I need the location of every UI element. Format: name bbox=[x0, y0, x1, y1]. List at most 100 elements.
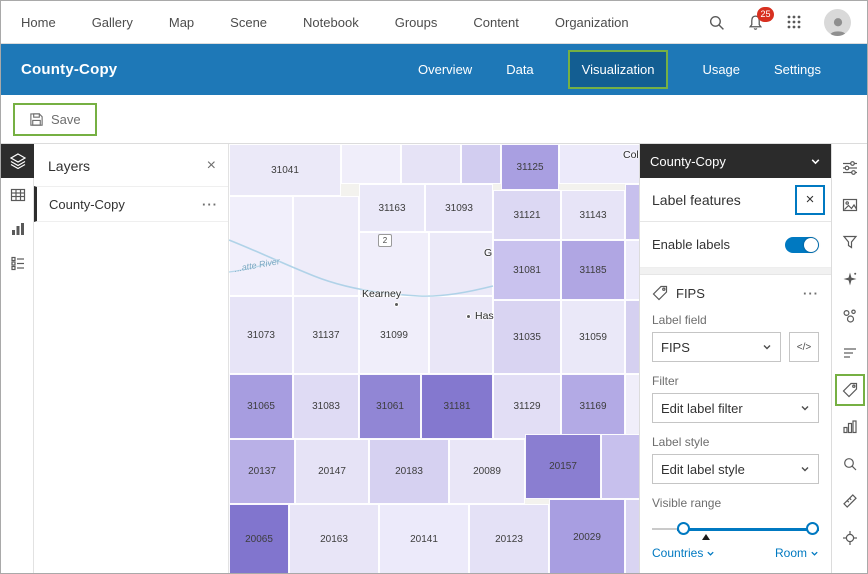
label-icon[interactable] bbox=[834, 374, 865, 406]
nav-notebook[interactable]: Notebook bbox=[303, 15, 359, 30]
label-class-name: FIPS bbox=[676, 285, 705, 301]
search-icon[interactable] bbox=[708, 14, 725, 31]
item-header: County-Copy Overview Data Visualization … bbox=[1, 44, 867, 95]
primary-nav: Home Gallery Map Scene Notebook Groups C… bbox=[21, 15, 629, 30]
layer-name: County-Copy bbox=[49, 196, 125, 212]
city-label: Kearney bbox=[362, 288, 402, 300]
nav-groups[interactable]: Groups bbox=[395, 15, 438, 30]
tab-settings[interactable]: Settings bbox=[774, 62, 821, 77]
slider-max-handle[interactable] bbox=[806, 522, 819, 535]
layer-options-icon[interactable]: ··· bbox=[202, 197, 218, 212]
city-label: Has bbox=[475, 310, 494, 322]
contents-toolbar bbox=[1, 144, 34, 573]
slider-active-track bbox=[677, 527, 819, 531]
table-icon[interactable] bbox=[1, 178, 34, 212]
label-panel: County-Copy Label features × Enable labe… bbox=[639, 144, 831, 573]
crosshair-icon[interactable] bbox=[835, 522, 865, 554]
chevron-down-icon bbox=[811, 551, 818, 556]
nav-organization[interactable]: Organization bbox=[555, 15, 629, 30]
range-max-select[interactable]: Room bbox=[775, 546, 819, 560]
range-min-label: Countries bbox=[652, 546, 704, 560]
save-button[interactable]: Save bbox=[17, 107, 93, 132]
layer-item-county-copy[interactable]: County-Copy ··· bbox=[34, 186, 228, 222]
edit-toolbar: Save bbox=[1, 95, 867, 144]
top-nav: Home Gallery Map Scene Notebook Groups C… bbox=[1, 1, 867, 44]
tab-overview[interactable]: Overview bbox=[418, 62, 472, 77]
label-field-select[interactable]: FIPS bbox=[652, 332, 781, 362]
range-min-select[interactable]: Countries bbox=[652, 546, 715, 560]
nav-scene[interactable]: Scene bbox=[230, 15, 267, 30]
chart-icon[interactable] bbox=[1, 212, 34, 246]
image-icon[interactable] bbox=[835, 189, 865, 221]
city-layer: Kearney Has G Colu bbox=[229, 144, 639, 573]
range-max-label: Room bbox=[774, 546, 807, 560]
settings-toolbar bbox=[831, 144, 867, 573]
layer-selector-label: County-Copy bbox=[650, 153, 726, 169]
label-style-select[interactable]: Edit label style bbox=[652, 454, 819, 484]
panel-title: Label features bbox=[652, 191, 741, 208]
label-field-label: Label field bbox=[652, 313, 707, 327]
chart-icon[interactable] bbox=[835, 411, 865, 443]
chevron-down-icon bbox=[763, 345, 771, 350]
nav-gallery[interactable]: Gallery bbox=[92, 15, 133, 30]
enable-labels-label: Enable labels bbox=[652, 237, 731, 252]
city-label: G bbox=[484, 247, 493, 259]
current-scale-marker bbox=[702, 534, 711, 540]
close-icon[interactable]: × bbox=[207, 158, 216, 174]
sliders-icon[interactable] bbox=[835, 152, 865, 184]
layers-panel: Layers × County-Copy ··· bbox=[34, 144, 229, 573]
label-filter-select[interactable]: Edit label filter bbox=[652, 393, 819, 423]
avatar[interactable] bbox=[824, 8, 851, 36]
page-title: County-Copy bbox=[21, 61, 118, 78]
tab-usage[interactable]: Usage bbox=[702, 62, 740, 77]
nav-home[interactable]: Home bbox=[21, 15, 56, 30]
chevron-down-icon bbox=[810, 156, 821, 167]
arcade-editor-button[interactable]: </> bbox=[789, 332, 819, 362]
nav-content[interactable]: Content bbox=[473, 15, 519, 30]
save-icon bbox=[29, 112, 44, 127]
main-area: Layers × County-Copy ··· 31041 31125 31163… bbox=[1, 144, 867, 573]
app-launcher-icon[interactable] bbox=[786, 14, 802, 30]
layers-icon[interactable] bbox=[1, 144, 34, 178]
cluster-icon[interactable] bbox=[835, 300, 865, 332]
save-label: Save bbox=[51, 111, 81, 127]
filter-icon[interactable] bbox=[835, 226, 865, 258]
slider-min-handle[interactable] bbox=[677, 522, 691, 535]
visible-range-slider[interactable] bbox=[652, 518, 819, 544]
city-label: Colu bbox=[623, 149, 639, 161]
section-divider bbox=[640, 268, 831, 275]
filter-label: Filter bbox=[652, 374, 679, 388]
bell-icon[interactable]: 25 bbox=[747, 6, 774, 31]
close-panel-button[interactable]: × bbox=[795, 184, 825, 215]
app-window: Home Gallery Map Scene Notebook Groups C… bbox=[0, 0, 868, 574]
chevron-down-icon bbox=[801, 406, 809, 411]
label-tag-icon bbox=[652, 285, 668, 301]
class-options-icon[interactable]: ··· bbox=[803, 286, 819, 301]
notification-badge: 25 bbox=[757, 6, 774, 22]
layer-selector[interactable]: County-Copy bbox=[640, 144, 831, 178]
city-dot bbox=[394, 302, 399, 307]
visible-range-label: Visible range bbox=[652, 496, 722, 510]
search-icon[interactable] bbox=[835, 448, 865, 480]
label-style-label: Label style bbox=[652, 435, 710, 449]
style-value: Edit label style bbox=[661, 461, 745, 477]
chevron-down-icon bbox=[801, 467, 809, 472]
label-field-value: FIPS bbox=[661, 339, 690, 355]
nav-map[interactable]: Map bbox=[169, 15, 194, 30]
tab-data[interactable]: Data bbox=[506, 62, 533, 77]
legend-icon[interactable] bbox=[1, 246, 34, 280]
save-highlight-box: Save bbox=[13, 102, 97, 136]
enable-labels-toggle[interactable] bbox=[785, 236, 819, 253]
layers-panel-title: Layers bbox=[48, 158, 91, 174]
nav-utilities: 25 bbox=[708, 6, 851, 36]
item-tabs: Overview Data Visualization Usage Settin… bbox=[418, 50, 821, 89]
chevron-down-icon bbox=[707, 551, 715, 556]
effects-icon[interactable] bbox=[835, 263, 865, 295]
label-class-section: FIPS ··· Label field FIPS </> Filter Edi… bbox=[640, 275, 831, 570]
fields-icon[interactable] bbox=[835, 337, 865, 369]
ruler-icon[interactable] bbox=[835, 485, 865, 517]
city-dot bbox=[466, 314, 471, 319]
map-canvas[interactable]: 31041 31125 31163 31093 31121 31143 31081 31185… bbox=[229, 144, 639, 573]
filter-value: Edit label filter bbox=[661, 400, 743, 416]
tab-visualization[interactable]: Visualization bbox=[567, 50, 669, 89]
